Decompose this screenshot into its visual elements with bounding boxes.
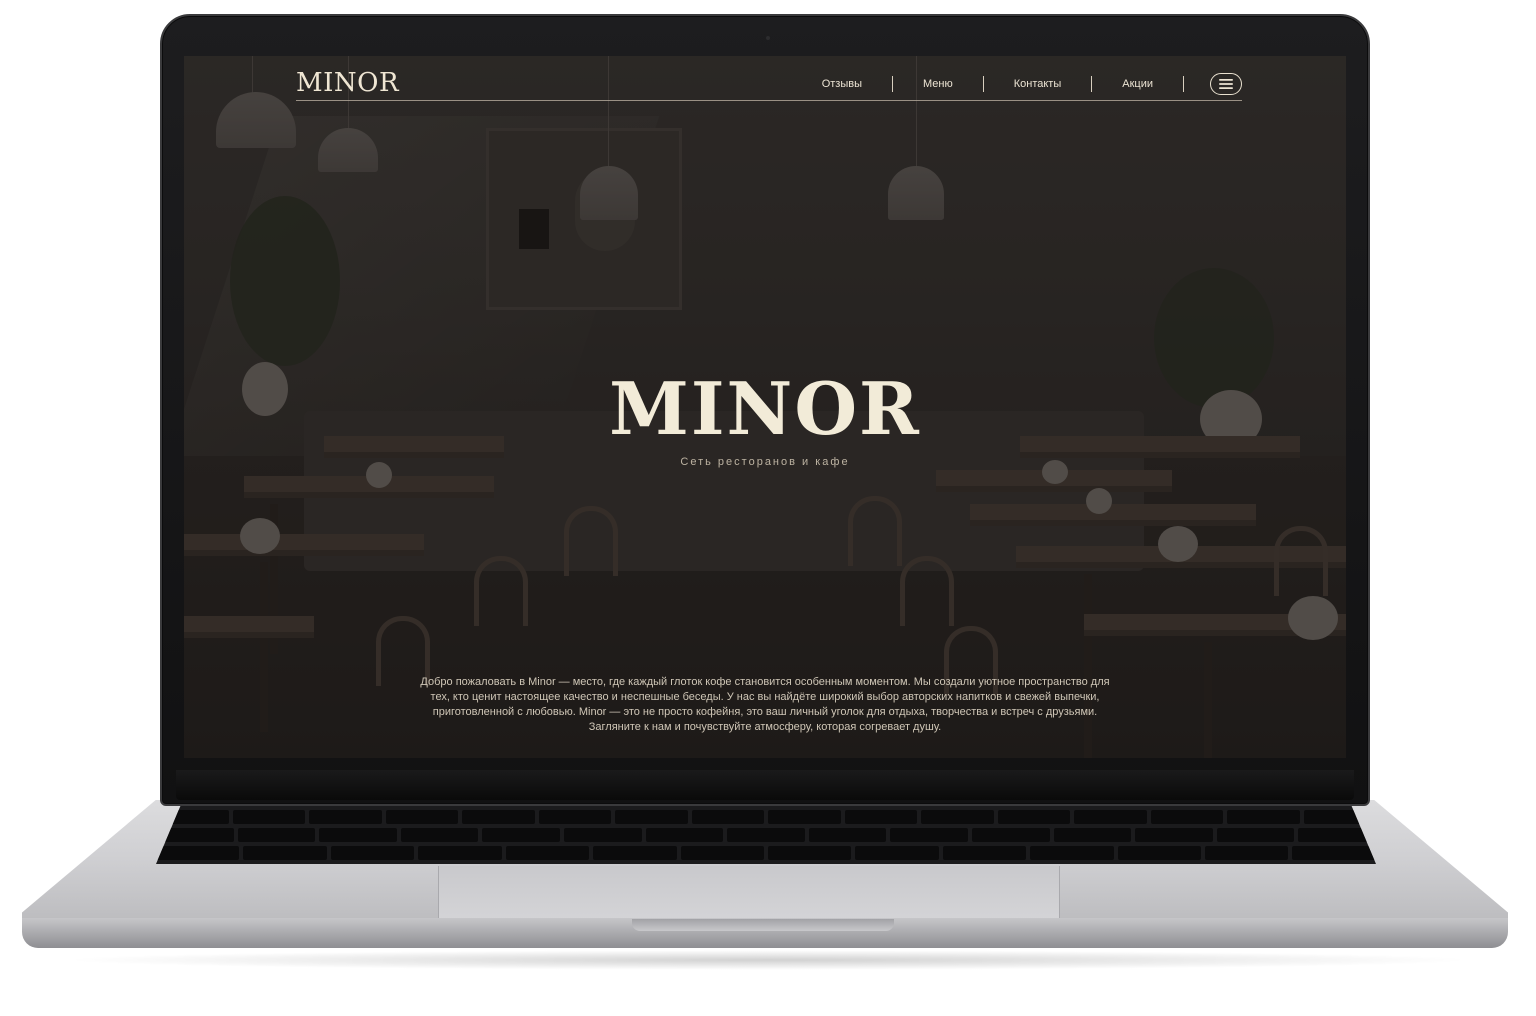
menu-toggle-button[interactable] [1210,73,1242,95]
nav-item-reviews[interactable]: Отзывы [792,76,892,92]
key-row [156,810,1376,824]
site-logo[interactable]: MINOR [296,68,399,98]
site-header: MINOR Отзывы Меню Контакты Акции [296,56,1242,102]
device-shadow [60,950,1476,970]
lid-notch [632,919,894,931]
lid-hinge [176,770,1354,800]
keyboard [156,806,1376,864]
nav-item-menu[interactable]: Меню [893,76,983,92]
hero-subtitle: Сеть ресторанов и кафе [680,456,850,468]
screen: MINOR Отзывы Меню Контакты Акции MINOR С… [184,56,1346,758]
nav-item-contacts[interactable]: Контакты [984,76,1092,92]
camera-icon [766,36,770,40]
key-row [156,846,1376,860]
nav-divider [1183,76,1184,92]
hamburger-icon [1219,79,1233,89]
trackpad [438,866,1060,922]
nav-item-promotions[interactable]: Акции [1092,76,1183,92]
header-divider [296,100,1242,101]
hero-title: MINOR [609,366,921,451]
hero-description: Добро пожаловать в Minor — место, где ка… [420,676,1110,733]
main-nav: Отзывы Меню Контакты Акции [792,70,1242,98]
key-row [156,828,1376,842]
